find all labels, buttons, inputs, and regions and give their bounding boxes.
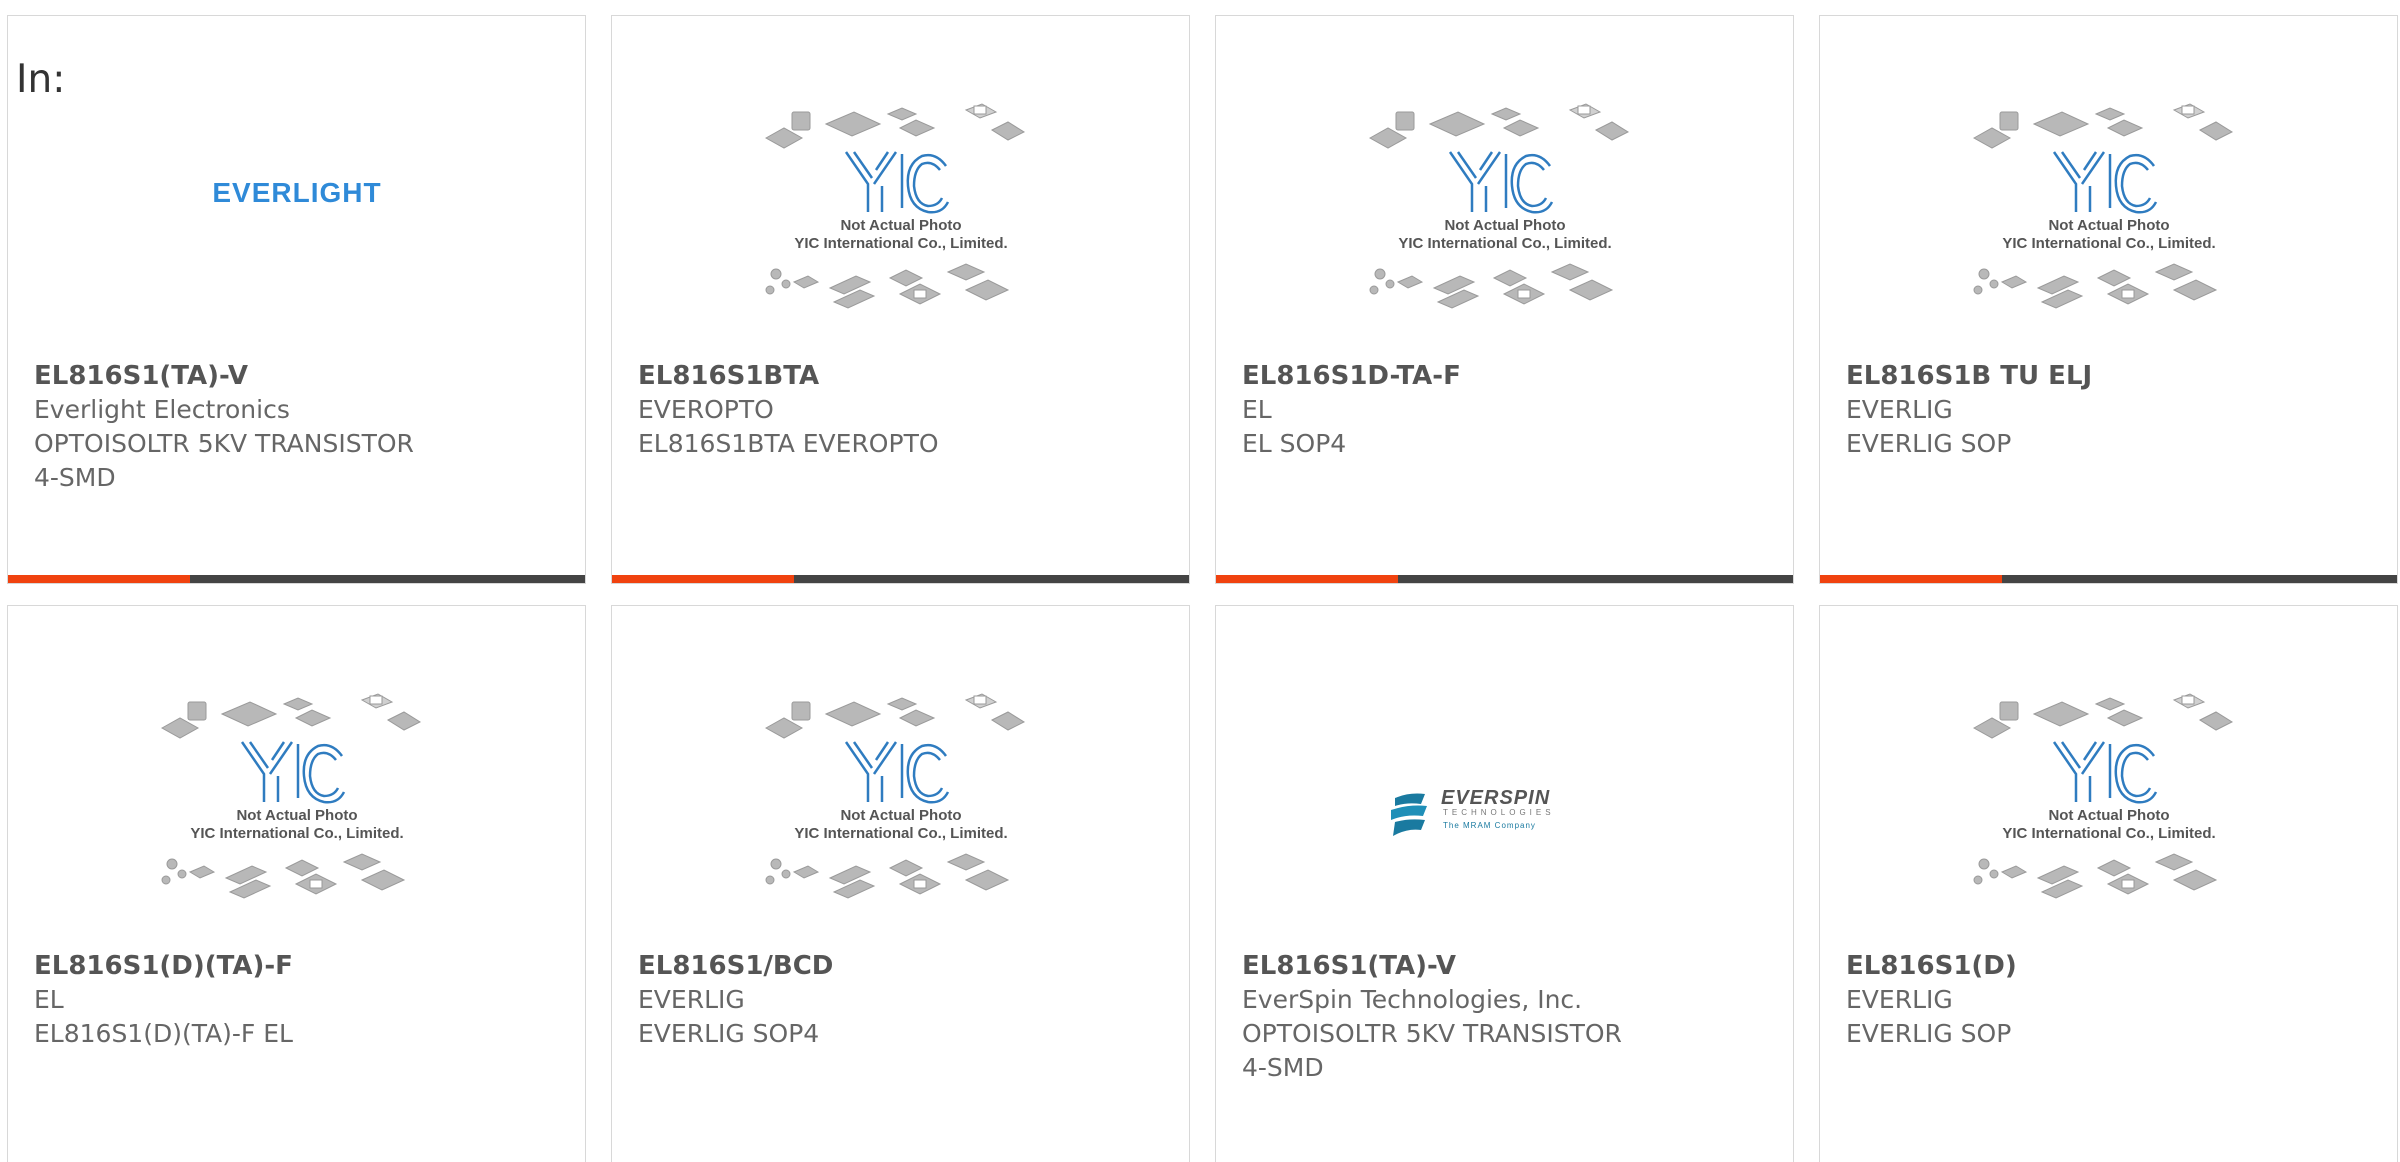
product-card[interactable]: Not Actual Photo YIC International Co., … — [1819, 15, 2398, 584]
svg-text:Not Actual Photo: Not Actual Photo — [840, 217, 961, 234]
package: 4-SMD — [34, 463, 116, 492]
manufacturer: EL — [1242, 395, 1272, 424]
product-info: EL816S1(D)(TA)-F EL EL816S1(D)(TA)-F EL — [34, 949, 575, 1051]
description: EL SOP4 — [1242, 429, 1347, 458]
manufacturer: EVERLIG — [1846, 395, 1953, 424]
svg-text:Not Actual Photo: Not Actual Photo — [840, 807, 961, 824]
description: OPTOISOLTR 5KV TRANSISTOR — [1242, 1019, 1622, 1048]
part-number[interactable]: EL816S1BTA — [638, 359, 1179, 393]
product-info: EL816S1B TU ELJ EVERLIG EVERLIG SOP — [1846, 359, 2387, 461]
svg-text:EVERSPIN: EVERSPIN — [1441, 787, 1550, 809]
manufacturer: EVEROPTO — [638, 395, 774, 424]
svg-text:YIC International Co., Limited: YIC International Co., Limited. — [794, 825, 1007, 842]
description: EL816S1BTA EVEROPTO — [638, 429, 939, 458]
product-info: EL816S1BTA EVEROPTO EL816S1BTA EVEROPTO — [638, 359, 1179, 461]
product-card[interactable]: Not Actual Photo YIC International Co., … — [7, 605, 586, 1162]
part-number[interactable]: EL816S1/BCD — [638, 949, 1179, 983]
product-image[interactable]: Not Actual Photo YIC International Co., … — [1820, 94, 2397, 374]
description: EVERLIG SOP — [1846, 429, 2012, 458]
manufacturer: Everlight Electronics — [34, 395, 290, 424]
description: EVERLIG SOP — [1846, 1019, 2012, 1048]
card-bottom-bar — [612, 575, 1189, 583]
svg-text:YIC International Co., Limited: YIC International Co., Limited. — [1398, 235, 1611, 252]
svg-text:EVERLIGHT: EVERLIGHT — [212, 177, 381, 208]
svg-text:YIC International Co., Limited: YIC International Co., Limited. — [2002, 235, 2215, 252]
everspin-logo: EVERSPIN TECHNOLOGIES The MRAM Company — [1390, 787, 1555, 836]
yic-placeholder-image: Not Actual Photo YIC International Co., … — [1972, 693, 2233, 899]
yic-placeholder-image: Not Actual Photo YIC International Co., … — [160, 693, 421, 899]
product-image[interactable]: EVERSPIN TECHNOLOGIES The MRAM Company — [1216, 684, 1793, 964]
card-accent — [8, 575, 190, 583]
svg-text:YIC International Co., Limited: YIC International Co., Limited. — [794, 235, 1007, 252]
svg-text:Not Actual Photo: Not Actual Photo — [2048, 217, 2169, 234]
card-accent — [1216, 575, 1398, 583]
manufacturer: EverSpin Technologies, Inc. — [1242, 985, 1583, 1014]
product-image[interactable]: Not Actual Photo YIC International Co., … — [1216, 94, 1793, 374]
product-image[interactable]: EVERLIGHT — [8, 94, 585, 374]
product-info: EL816S1(D) EVERLIG EVERLIG SOP — [1846, 949, 2387, 1051]
yic-placeholder-image: Not Actual Photo YIC International Co., … — [764, 693, 1025, 899]
yic-placeholder-image: Not Actual Photo YIC International Co., … — [1972, 103, 2233, 309]
description: OPTOISOLTR 5KV TRANSISTOR — [34, 429, 414, 458]
card-bottom-bar — [1216, 575, 1793, 583]
card-accent — [612, 575, 794, 583]
yic-placeholder-image: Not Actual Photo YIC International Co., … — [1368, 103, 1629, 309]
svg-text:Not Actual Photo: Not Actual Photo — [1444, 217, 1565, 234]
svg-text:Not Actual Photo: Not Actual Photo — [236, 807, 357, 824]
product-card[interactable]: In: EVERLIGHT EL816S1(TA)-V Everlight El… — [7, 15, 586, 584]
svg-text:The MRAM Company: The MRAM Company — [1443, 821, 1536, 830]
card-bottom-bar — [1820, 575, 2397, 583]
svg-text:YIC International Co., Limited: YIC International Co., Limited. — [190, 825, 403, 842]
card-accent — [1820, 575, 2002, 583]
svg-text:TECHNOLOGIES: TECHNOLOGIES — [1443, 808, 1555, 817]
product-card[interactable]: Not Actual Photo YIC International Co., … — [1819, 605, 2398, 1162]
yic-placeholder-image: Not Actual Photo YIC International Co., … — [764, 103, 1025, 309]
product-info: EL816S1D-TA-F EL EL SOP4 — [1242, 359, 1783, 461]
svg-text:YIC International Co., Limited: YIC International Co., Limited. — [2002, 825, 2215, 842]
product-image[interactable]: Not Actual Photo YIC International Co., … — [8, 684, 585, 964]
part-number[interactable]: EL816S1B TU ELJ — [1846, 359, 2387, 393]
product-info: EL816S1/BCD EVERLIG EVERLIG SOP4 — [638, 949, 1179, 1051]
product-card[interactable]: Not Actual Photo YIC International Co., … — [611, 605, 1190, 1162]
product-image[interactable]: Not Actual Photo YIC International Co., … — [612, 94, 1189, 374]
product-card[interactable]: EVERSPIN TECHNOLOGIES The MRAM Company E… — [1215, 605, 1794, 1162]
package: 4-SMD — [1242, 1053, 1324, 1082]
product-image[interactable]: Not Actual Photo YIC International Co., … — [1820, 684, 2397, 964]
product-card[interactable]: Not Actual Photo YIC International Co., … — [1215, 15, 1794, 584]
product-info: EL816S1(TA)-V Everlight Electronics OPTO… — [34, 359, 575, 495]
manufacturer: EVERLIG — [638, 985, 745, 1014]
manufacturer: EVERLIG — [1846, 985, 1953, 1014]
part-number[interactable]: EL816S1(D) — [1846, 949, 2387, 983]
part-number[interactable]: EL816S1(TA)-V — [1242, 949, 1783, 983]
card-bottom-bar — [8, 575, 585, 583]
description: EVERLIG SOP4 — [638, 1019, 820, 1048]
product-image[interactable]: Not Actual Photo YIC International Co., … — [612, 684, 1189, 964]
description: EL816S1(D)(TA)-F EL — [34, 1019, 293, 1048]
svg-text:Not Actual Photo: Not Actual Photo — [2048, 807, 2169, 824]
manufacturer: EL — [34, 985, 64, 1014]
product-info: EL816S1(TA)-V EverSpin Technologies, Inc… — [1242, 949, 1783, 1085]
product-card[interactable]: Not Actual Photo YIC International Co., … — [611, 15, 1190, 584]
part-number[interactable]: EL816S1D-TA-F — [1242, 359, 1783, 393]
part-number[interactable]: EL816S1(TA)-V — [34, 359, 575, 393]
part-number[interactable]: EL816S1(D)(TA)-F — [34, 949, 575, 983]
everlight-logo: EVERLIGHT — [212, 177, 381, 208]
